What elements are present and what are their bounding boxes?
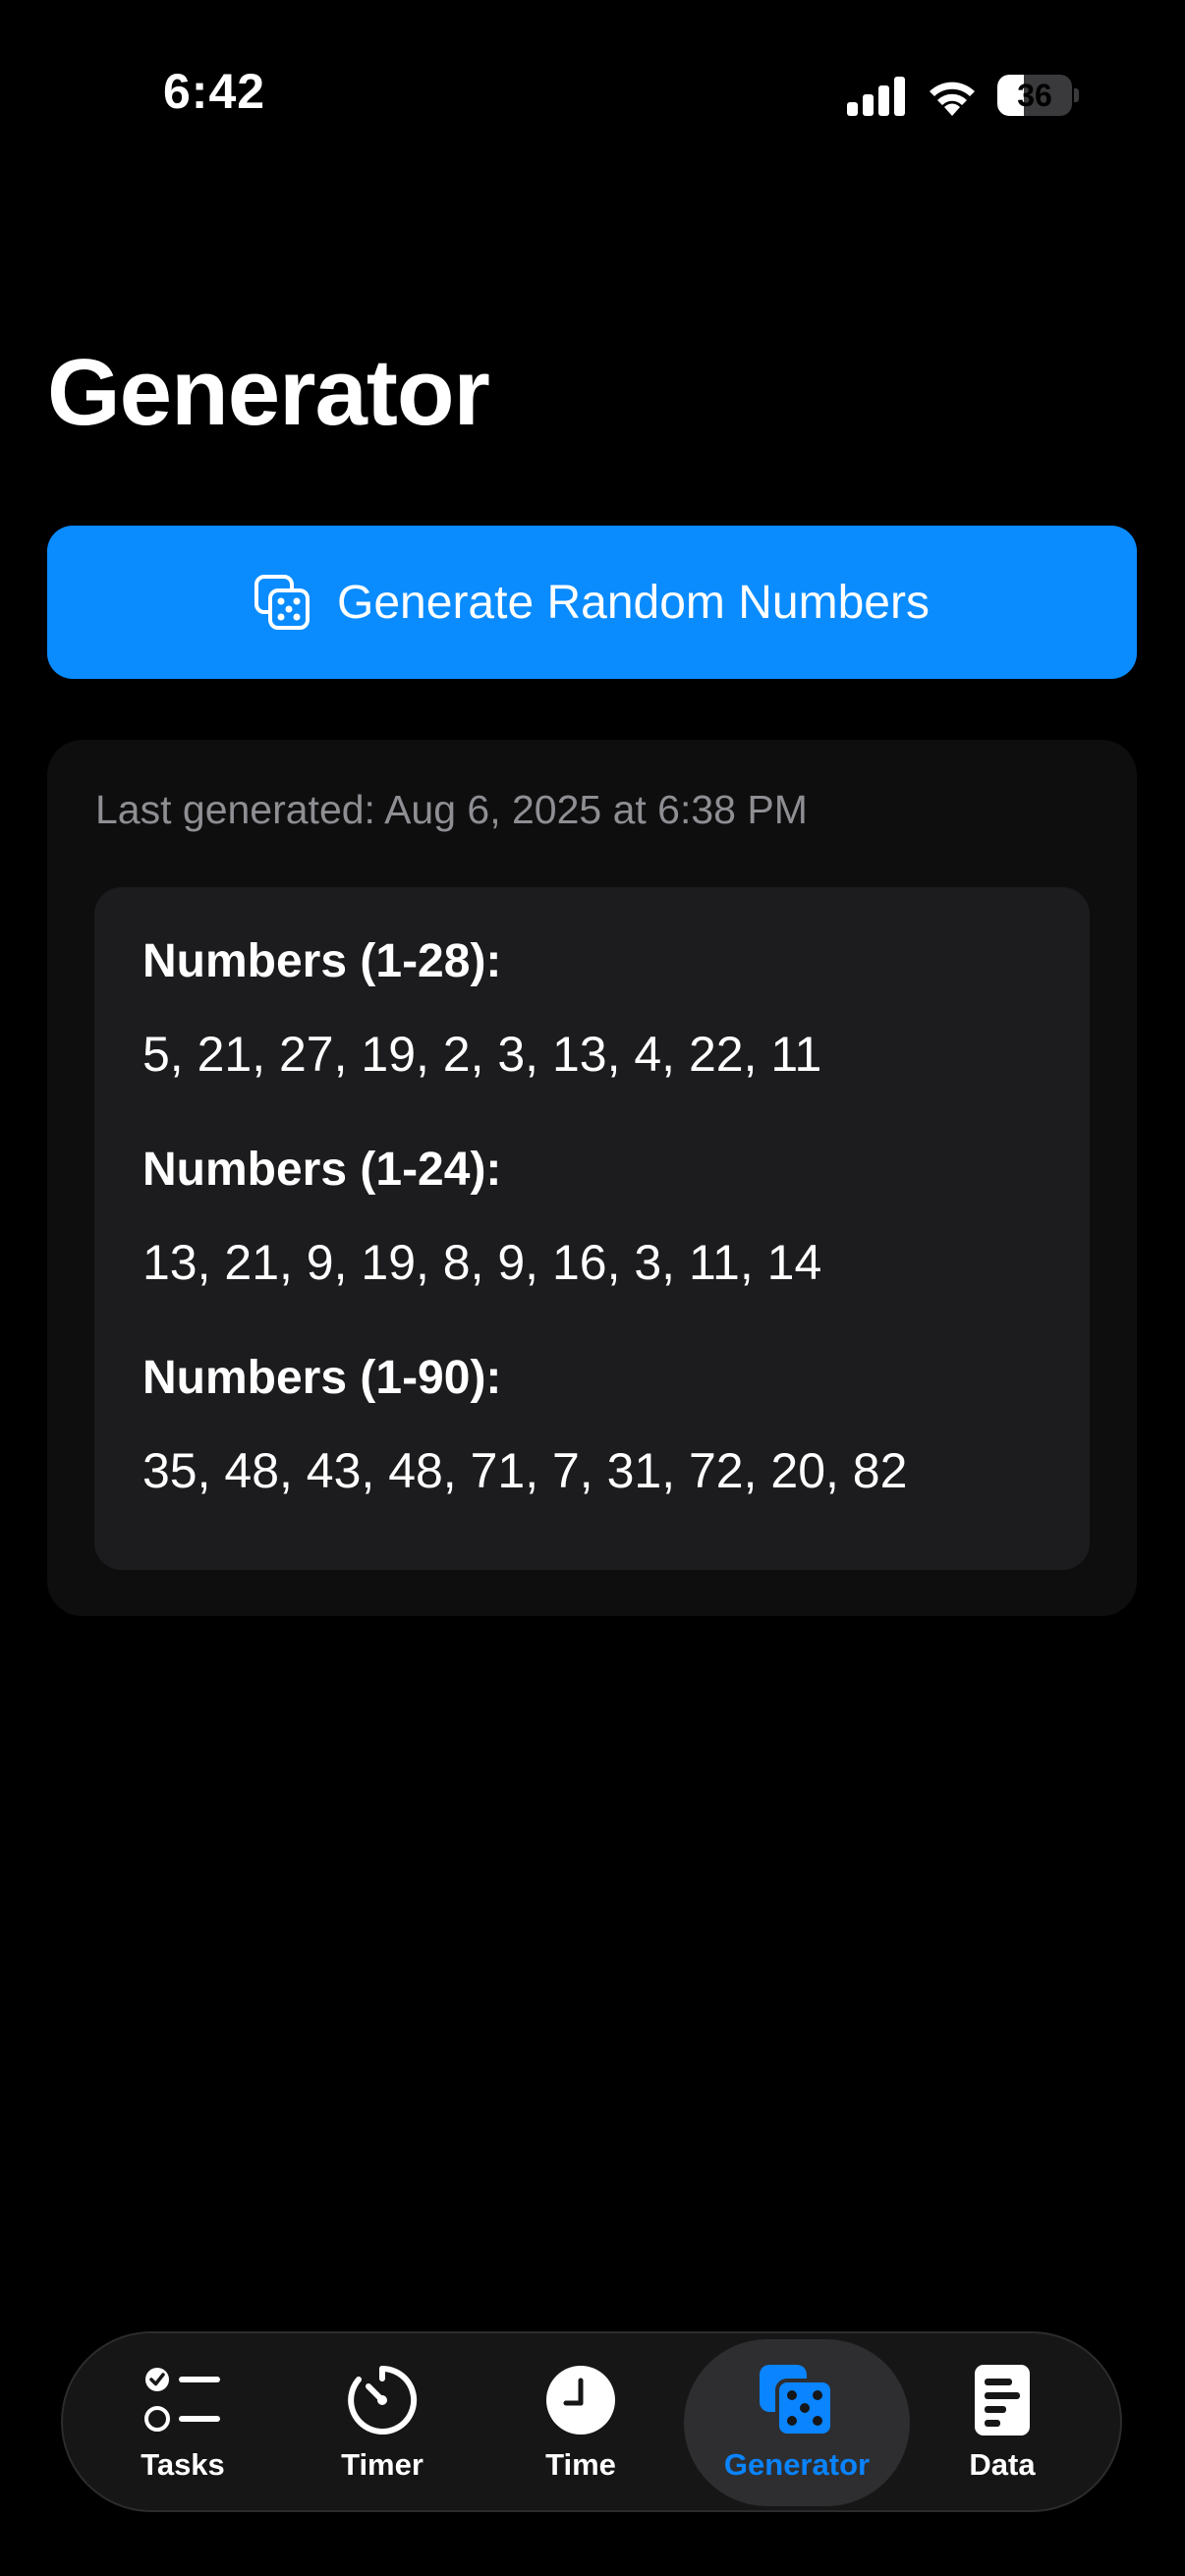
- number-set-title: Numbers (1-90):: [142, 1352, 502, 1404]
- timer-icon: [348, 2365, 418, 2435]
- tab-time[interactable]: Time: [522, 2333, 640, 2510]
- wifi-icon: [930, 82, 975, 116]
- number-set-title: Numbers (1-28):: [142, 935, 502, 987]
- number-set-1-28: Numbers (1-28): 5, 21, 27, 19, 2, 3, 13,…: [142, 934, 821, 1083]
- number-set-values: 35, 48, 43, 48, 71, 7, 31, 72, 20, 82: [142, 1443, 908, 1498]
- tab-tasks[interactable]: Tasks: [124, 2333, 242, 2510]
- tab-data[interactable]: Data: [943, 2333, 1061, 2510]
- numbers-list: Numbers (1-28): 5, 21, 27, 19, 2, 3, 13,…: [94, 887, 1090, 1570]
- status-time: 6:42: [163, 64, 266, 119]
- document-icon: [975, 2365, 1030, 2436]
- signal-icon: [847, 77, 905, 116]
- tab-bar: Tasks Timer Time Generator Data: [61, 2331, 1122, 2512]
- status-bar: 6:42 36: [0, 0, 1185, 196]
- number-set-1-24: Numbers (1-24): 13, 21, 9, 19, 8, 9, 16,…: [142, 1143, 821, 1291]
- checklist-icon: [144, 2368, 220, 2432]
- dice-icon: [760, 2365, 834, 2437]
- tab-generator[interactable]: Generator: [684, 2333, 910, 2510]
- tab-label: Generator: [723, 2447, 871, 2482]
- battery-percentage: 36: [1017, 78, 1052, 113]
- dice-icon: [254, 575, 310, 630]
- number-set-1-90: Numbers (1-90): 35, 48, 43, 48, 71, 7, 3…: [142, 1351, 907, 1499]
- number-set-title: Numbers (1-24):: [142, 1144, 502, 1196]
- number-set-values: 5, 21, 27, 19, 2, 3, 13, 4, 22, 11: [142, 1027, 822, 1082]
- tab-label: Data: [969, 2447, 1036, 2482]
- tab-label: Tasks: [141, 2447, 225, 2482]
- number-set-values: 13, 21, 9, 19, 8, 9, 16, 3, 11, 14: [142, 1235, 822, 1290]
- generate-random-numbers-button[interactable]: Generate Random Numbers: [47, 526, 1137, 679]
- generate-button-label: Generate Random Numbers: [337, 576, 930, 629]
- tab-label: Timer: [341, 2447, 423, 2482]
- last-generated-timestamp: Last generated: Aug 6, 2025 at 6:38 PM: [95, 787, 808, 832]
- page-title: Generator: [47, 340, 490, 445]
- tab-timer[interactable]: Timer: [323, 2333, 441, 2510]
- tab-label: Time: [545, 2447, 616, 2482]
- clock-icon: [546, 2366, 615, 2435]
- results-card: Last generated: Aug 6, 2025 at 6:38 PM N…: [47, 740, 1137, 1616]
- battery-icon: 36: [997, 75, 1079, 116]
